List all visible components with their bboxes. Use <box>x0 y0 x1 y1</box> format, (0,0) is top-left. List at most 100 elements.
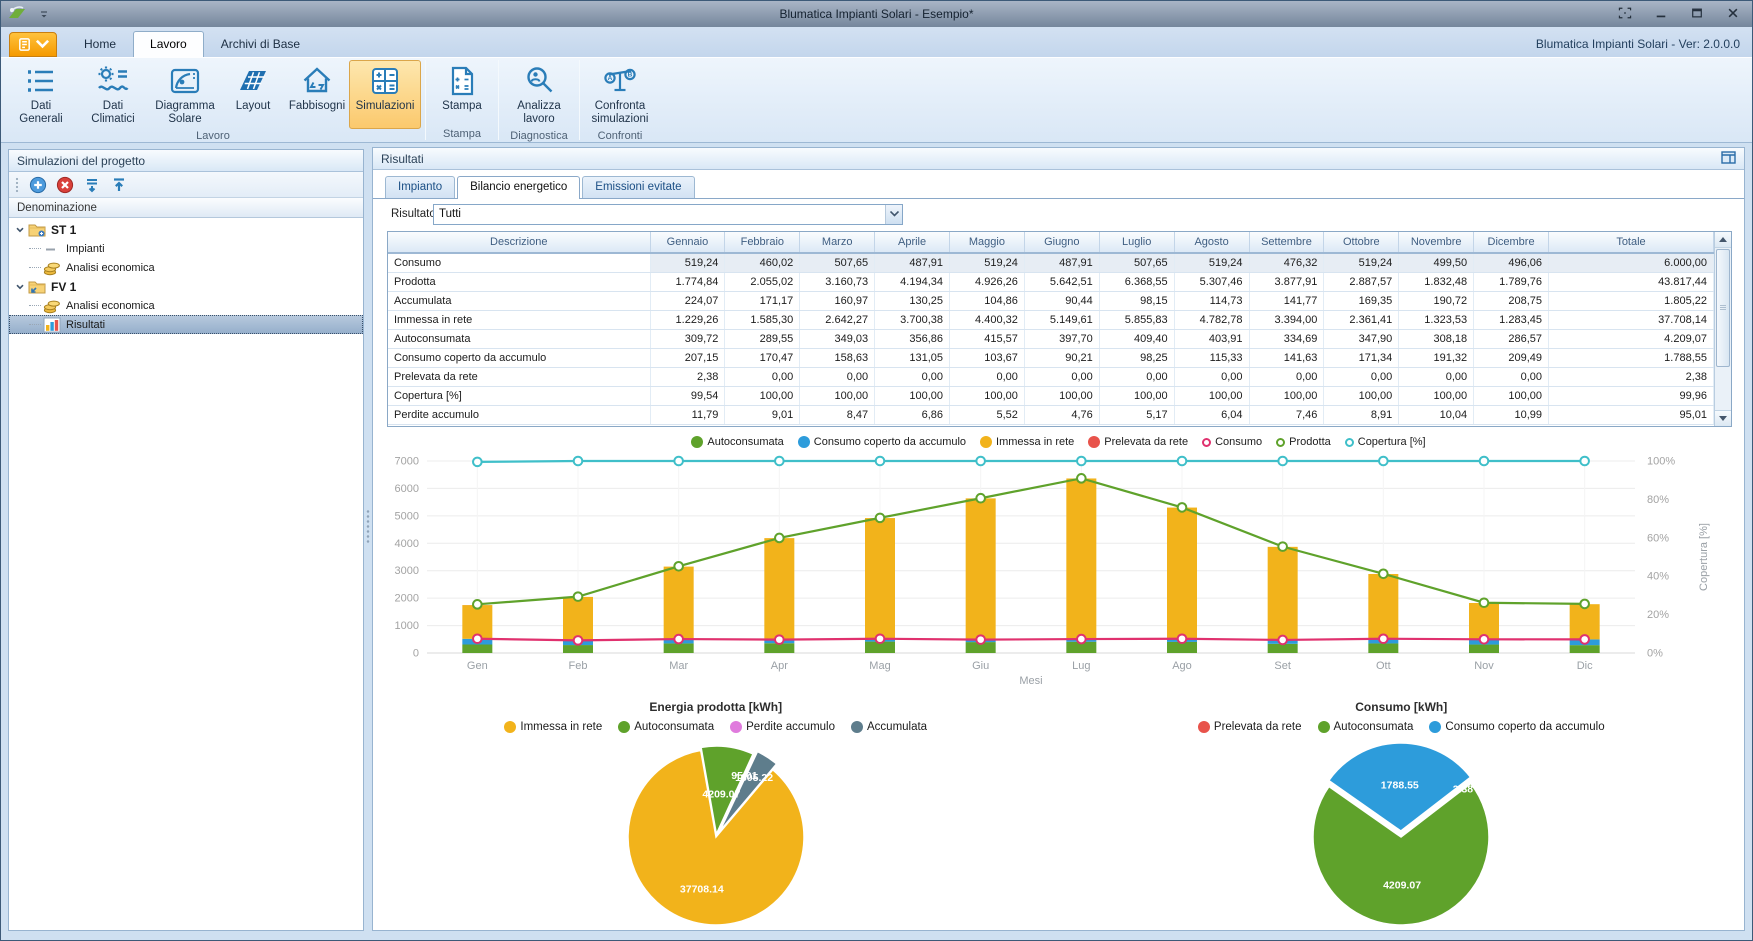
column-header-giugno[interactable]: Giugno <box>1024 232 1099 253</box>
confronta-simulazioni-button[interactable]: ABConfronta simulazioni <box>584 60 656 129</box>
scrollbar-thumb[interactable] <box>1716 249 1730 367</box>
table-row-immessa-in-rete[interactable]: Immessa in rete1.229,261.585,302.642,273… <box>388 310 1714 329</box>
ribbon-tab-archivi-di-base[interactable]: Archivi di Base <box>204 31 317 57</box>
bar-immessa-in-rete <box>966 498 996 639</box>
add-button[interactable] <box>29 176 47 194</box>
table-row-prodotta[interactable]: Prodotta1.774,842.055,023.160,734.194,34… <box>388 272 1714 291</box>
column-header-descrizione[interactable]: Descrizione <box>388 232 650 253</box>
value-cell: 6.368,55 <box>1099 272 1174 291</box>
table-vertical-scrollbar[interactable] <box>1714 232 1731 426</box>
tab-bilancio-energetico[interactable]: Bilancio energetico <box>457 176 580 199</box>
value-cell: 286,57 <box>1474 329 1549 348</box>
combobox-dropdown-icon[interactable] <box>885 205 902 224</box>
minimize-button[interactable] <box>1650 4 1672 22</box>
value-cell: 99,96 <box>1549 386 1714 405</box>
column-header-totale[interactable]: Totale <box>1549 232 1714 253</box>
risultato-combobox[interactable]: Tutti <box>433 204 903 225</box>
legend-label: Autoconsumata <box>1334 721 1414 733</box>
dati-climatici-button[interactable]: Dati Climatici <box>77 60 149 129</box>
table-row-copertura[interactable]: Copertura [%]99,54100,00100,00100,00100,… <box>388 386 1714 405</box>
column-header-marzo[interactable]: Marzo <box>800 232 875 253</box>
tab-emissioni-evitate[interactable]: Emissioni evitate <box>582 176 694 198</box>
value-cell: 141,63 <box>1249 348 1324 367</box>
stampa-button[interactable]: Stampa <box>430 60 494 127</box>
column-header-novembre[interactable]: Novembre <box>1399 232 1474 253</box>
tree-item-st-1[interactable]: ST 1 <box>9 220 363 239</box>
value-cell: 309,72 <box>650 329 725 348</box>
fabbisogni-button[interactable]: Fabbisogni <box>285 60 349 129</box>
row-label: Accumulata <box>388 291 650 310</box>
legend-marker-icon <box>1345 438 1354 447</box>
table-row-consumo[interactable]: Consumo519,24460,02507,65487,91519,24487… <box>388 253 1714 272</box>
column-header-maggio[interactable]: Maggio <box>950 232 1025 253</box>
column-header-dicembre[interactable]: Dicembre <box>1474 232 1549 253</box>
line-prodotta <box>477 478 1584 604</box>
maximize-button[interactable] <box>1686 4 1708 22</box>
analizza-lavoro-button[interactable]: Analizza lavoro <box>503 60 575 129</box>
value-cell: 0,00 <box>800 367 875 386</box>
panel-options-icon[interactable] <box>1721 151 1736 167</box>
column-header-aprile[interactable]: Aprile <box>875 232 950 253</box>
close-button[interactable] <box>1722 4 1744 22</box>
legend-marker-icon <box>1429 721 1441 733</box>
column-header-agosto[interactable]: Agosto <box>1174 232 1249 253</box>
value-cell: 171,34 <box>1324 348 1399 367</box>
row-label: Consumo coperto da accumulo <box>388 348 650 367</box>
move-top-button[interactable] <box>110 176 128 194</box>
tree-item-analisi-economica[interactable]: Analisi economica <box>9 296 363 315</box>
tree-item-risultati[interactable]: Risultati <box>9 315 363 334</box>
app-window: Blumatica Impianti Solari - Esempio* Hom… <box>0 0 1753 941</box>
tree-item-label: Risultati <box>66 319 105 331</box>
scroll-down-button[interactable] <box>1715 410 1731 426</box>
value-cell: 4.194,34 <box>875 272 950 291</box>
tab-impianto[interactable]: Impianto <box>385 176 455 198</box>
app-menu-button[interactable] <box>9 32 57 57</box>
diagramma-solare-label: Diagramma Solare <box>152 100 218 126</box>
chevron-down-icon[interactable] <box>15 282 25 292</box>
tree-item-fv-1[interactable]: FV 1 <box>9 277 363 296</box>
value-cell: 191,32 <box>1399 348 1474 367</box>
scroll-up-button[interactable] <box>1715 232 1731 248</box>
chart-icon <box>43 317 61 333</box>
simulations-tree: ST 1ImpiantiAnalisi economicaFV 1Analisi… <box>9 218 363 334</box>
delete-button[interactable] <box>56 176 74 194</box>
chevron-down-icon[interactable] <box>15 225 25 235</box>
window-title: Blumatica Impianti Solari - Esempio* <box>1 7 1752 21</box>
column-header-febbraio[interactable]: Febbraio <box>725 232 800 253</box>
legend-item-prodotta: Prodotta <box>1276 436 1331 448</box>
value-cell: 5.642,51 <box>1024 272 1099 291</box>
value-cell: 1.805,22 <box>1549 291 1714 310</box>
column-header-ottobre[interactable]: Ottobre <box>1324 232 1399 253</box>
table-row-autoconsumata[interactable]: Autoconsumata309,72289,55349,03356,86415… <box>388 329 1714 348</box>
simulazioni-button[interactable]: Simulazioni <box>349 60 421 129</box>
fullscreen-button[interactable] <box>1614 4 1636 22</box>
value-cell: 3.877,91 <box>1249 272 1324 291</box>
table-row-perdite-accumulo[interactable]: Perdite accumulo11,799,018,476,865,524,7… <box>388 405 1714 424</box>
value-cell: 6,04 <box>1174 405 1249 424</box>
svg-text:100%: 100% <box>1647 456 1675 468</box>
tree-column-header[interactable]: Denominazione <box>9 198 363 218</box>
value-cell: 207,15 <box>650 348 725 367</box>
panel-splitter[interactable] <box>364 149 372 931</box>
table-row-consumo-coperto-da-accumulo[interactable]: Consumo coperto da accumulo207,15170,471… <box>388 348 1714 367</box>
table-row-accumulata[interactable]: Accumulata224,07171,17160,97130,25104,86… <box>388 291 1714 310</box>
results-panel: Risultati ImpiantoBilancio energeticoEmi… <box>372 147 1745 931</box>
layout-icon <box>236 64 270 98</box>
diagramma-solare-button[interactable]: Diagramma Solare <box>149 60 221 129</box>
column-header-luglio[interactable]: Luglio <box>1099 232 1174 253</box>
legend-label: Prelevata da rete <box>1214 721 1302 733</box>
tree-item-analisi-economica[interactable]: Analisi economica <box>9 258 363 277</box>
legend-item-consumo-coperto-da-accumulo: Consumo coperto da accumulo <box>1429 721 1604 733</box>
table-row-prelevata-da-rete[interactable]: Prelevata da rete2,380,000,000,000,000,0… <box>388 367 1714 386</box>
move-down-button[interactable] <box>83 176 101 194</box>
tree-item-impianti[interactable]: Impianti <box>9 239 363 258</box>
column-header-settembre[interactable]: Settembre <box>1249 232 1324 253</box>
ribbon-tab-home[interactable]: Home <box>67 31 133 57</box>
column-header-gennaio[interactable]: Gennaio <box>650 232 725 253</box>
legend-label: Prodotta <box>1289 436 1331 448</box>
bar-immessa-in-rete <box>865 518 895 639</box>
ribbon-tab-lavoro[interactable]: Lavoro <box>133 31 204 57</box>
dati-generali-button[interactable]: Dati Generali <box>5 60 77 129</box>
tree-item-label: FV 1 <box>51 280 76 294</box>
layout-button[interactable]: Layout <box>221 60 285 129</box>
